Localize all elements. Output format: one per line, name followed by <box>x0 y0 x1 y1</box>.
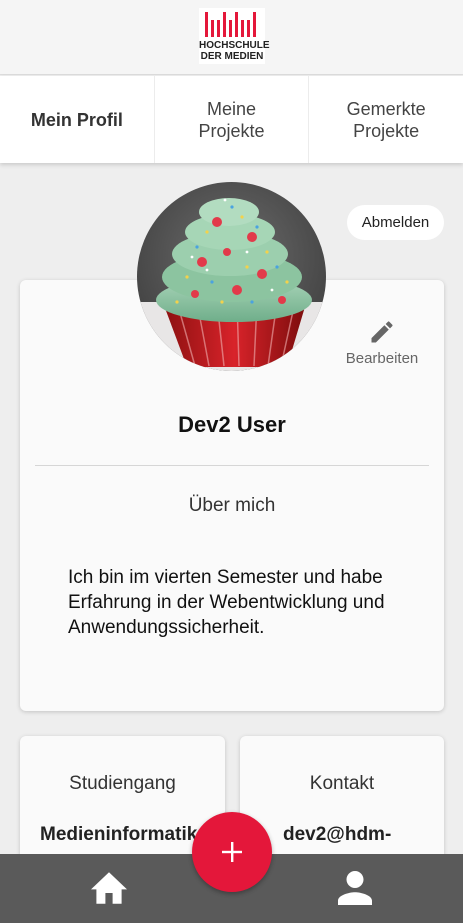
about-title: Über mich <box>188 495 276 516</box>
divider <box>35 465 429 466</box>
study-value: Medieninformatik <box>40 824 198 845</box>
study-title: Studiengang <box>69 773 176 794</box>
logo-line-1: HOCHSCHULE <box>199 40 270 51</box>
contact-title: Kontakt <box>309 773 375 794</box>
add-project-button[interactable] <box>192 812 272 892</box>
about-text: Ich bin im vierten Semester und habe Erf… <box>68 567 385 638</box>
logo-bars <box>205 12 256 37</box>
contact-value: dev2@hdm- <box>283 824 392 845</box>
hdm-logo[interactable]: HOCHSCHULE DER MEDIEN <box>199 8 270 64</box>
profile-avatar <box>137 182 326 371</box>
tab-meine-projekte[interactable]: Meine Projekte <box>155 76 310 163</box>
logout-button[interactable]: Abmelden <box>347 205 444 240</box>
logo-line-2: DER MEDIEN <box>200 51 264 62</box>
user-name: Dev2 User <box>178 412 286 437</box>
tab-gemerkte-projekte[interactable]: Gemerkte Projekte <box>309 76 463 163</box>
edit-profile-button[interactable]: Bearbeiten <box>342 318 422 378</box>
tab-mein-profil[interactable]: Mein Profil <box>0 76 155 163</box>
pencil-icon <box>371 321 393 343</box>
user-icon[interactable] <box>338 870 372 906</box>
profile-tabs: Mein Profil Meine Projekte Gemerkte Proj… <box>0 76 463 163</box>
top-bar: HOCHSCHULE DER MEDIEN <box>0 0 463 75</box>
edit-label: Bearbeiten <box>345 350 419 367</box>
home-icon[interactable] <box>91 872 127 904</box>
plus-icon <box>222 842 242 862</box>
cupcake-image <box>137 182 326 371</box>
